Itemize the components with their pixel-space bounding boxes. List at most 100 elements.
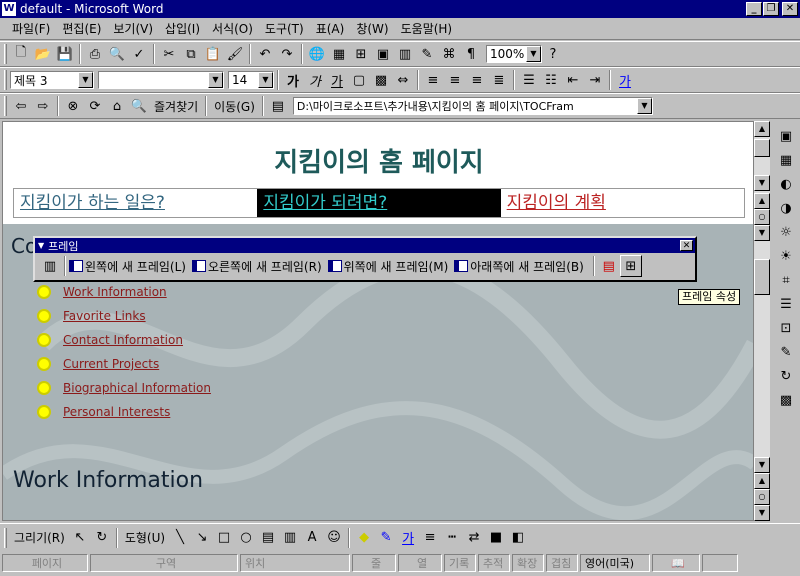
dash-style-icon[interactable]: ┅ bbox=[441, 527, 463, 549]
word-app-icon[interactable]: W bbox=[2, 2, 16, 16]
free-rotate-icon[interactable]: ↻ bbox=[91, 527, 113, 549]
format-picture-icon[interactable]: ⊡ bbox=[775, 317, 797, 339]
insert-picture-icon[interactable]: ▣ bbox=[372, 43, 394, 65]
oval-icon[interactable]: ○ bbox=[235, 527, 257, 549]
numbering-icon[interactable]: ☰ bbox=[518, 69, 540, 91]
font-color-icon[interactable]: 가 bbox=[397, 527, 419, 549]
line-weight-icon[interactable]: ≡ bbox=[419, 527, 441, 549]
crop-icon[interactable]: ⌗ bbox=[775, 269, 797, 291]
close-icon[interactable]: ✕ bbox=[680, 240, 693, 251]
more-brightness-icon[interactable]: ☼ bbox=[775, 221, 797, 243]
align-left-icon[interactable]: ≡ bbox=[422, 69, 444, 91]
menu-tools[interactable]: 도구(T) bbox=[259, 20, 310, 37]
shadow-icon[interactable]: ■ bbox=[485, 527, 507, 549]
align-right-icon[interactable]: ≡ bbox=[466, 69, 488, 91]
copy-icon[interactable]: ⧉ bbox=[180, 43, 202, 65]
style-combo[interactable]: 제목 3 ▼ bbox=[10, 71, 94, 89]
arrow-icon[interactable]: ↘ bbox=[191, 527, 213, 549]
insert-table-icon[interactable]: ⊞ bbox=[350, 43, 372, 65]
toolbar-grip[interactable] bbox=[4, 527, 7, 548]
status-language[interactable]: 영어(미국) bbox=[580, 554, 650, 572]
table-of-contents-frame-icon[interactable]: ▥ bbox=[39, 255, 61, 277]
undo-icon[interactable]: ↶ bbox=[254, 43, 276, 65]
menu-insert[interactable]: 삽입(I) bbox=[159, 20, 206, 37]
close-button[interactable]: ✕ bbox=[782, 2, 798, 16]
document-map-icon[interactable]: ⌘ bbox=[438, 43, 460, 65]
go-button[interactable]: 이동(G) bbox=[210, 98, 259, 115]
hyperlink-icon[interactable]: 🌐 bbox=[306, 43, 328, 65]
menu-file[interactable]: 파일(F) bbox=[6, 20, 56, 37]
zoom-combo[interactable]: 100% ▼ bbox=[486, 45, 542, 63]
rectangle-icon[interactable]: □ bbox=[213, 527, 235, 549]
bold-icon[interactable]: 가 bbox=[282, 69, 304, 91]
status-overtype[interactable]: 겹침 bbox=[546, 554, 578, 572]
save-icon[interactable]: 💾 bbox=[54, 43, 76, 65]
char-shading-icon[interactable]: ▩ bbox=[370, 69, 392, 91]
back-icon[interactable]: ⇦ bbox=[10, 95, 32, 117]
spelling-status-icon[interactable]: 📖 bbox=[652, 554, 700, 572]
draw-menu-button[interactable]: 그리기(R) bbox=[10, 529, 69, 546]
new-icon[interactable]: 🗋 bbox=[10, 43, 32, 65]
align-center-icon[interactable]: ≡ bbox=[444, 69, 466, 91]
menu-window[interactable]: 창(W) bbox=[350, 20, 394, 37]
address-combo[interactable]: D:\마이크로소프트\추가내용\지킴이의 홈 페이지\TOCFram ▼ bbox=[292, 97, 653, 115]
set-transparent-color-icon[interactable]: ✎ bbox=[775, 341, 797, 363]
text-box-icon[interactable]: ▤ bbox=[257, 527, 279, 549]
link-biographical-information[interactable]: Biographical Information bbox=[63, 381, 211, 395]
search-web-icon[interactable]: 🔍 bbox=[128, 95, 150, 117]
open-icon[interactable]: 📂 bbox=[32, 43, 54, 65]
more-contrast-icon[interactable]: ◐ bbox=[775, 173, 797, 195]
banner-frame[interactable]: 지킴이의 홈 페이지 지킴이가 하는 일은? 지킴이가 되려면? 지킴이의 계획 bbox=[3, 122, 753, 224]
wordart-icon[interactable]: A bbox=[301, 527, 323, 549]
menu-format[interactable]: 서식(O) bbox=[206, 20, 259, 37]
select-objects-icon[interactable]: ↖ bbox=[69, 527, 91, 549]
bullets-icon[interactable]: ☷ bbox=[540, 69, 562, 91]
line-icon[interactable]: ╲ bbox=[169, 527, 191, 549]
chevron-down-icon[interactable]: ▼ bbox=[78, 72, 93, 88]
justify-icon[interactable]: ≣ bbox=[488, 69, 510, 91]
browse-object-icon[interactable]: ○ bbox=[754, 489, 770, 505]
less-contrast-icon[interactable]: ◑ bbox=[775, 197, 797, 219]
line-color-icon[interactable]: ✎ bbox=[375, 527, 397, 549]
show-hide-icon[interactable]: ¶ bbox=[460, 43, 482, 65]
next-page-icon[interactable]: ▼ bbox=[754, 225, 770, 241]
toolbar-grip[interactable] bbox=[4, 70, 7, 90]
image-control-icon[interactable]: ▦ bbox=[775, 149, 797, 171]
link-favorite-links[interactable]: Favorite Links bbox=[63, 309, 146, 323]
restore-button[interactable]: ❐ bbox=[763, 2, 779, 16]
scroll-thumb[interactable] bbox=[754, 259, 770, 295]
new-frame-left-button[interactable]: 왼쪽에 새 프레임(L) bbox=[69, 258, 186, 275]
new-frame-right-button[interactable]: 오른쪽에 새 프레임(R) bbox=[191, 258, 322, 275]
scroll-down-arrow-icon[interactable]: ▼ bbox=[754, 457, 770, 473]
status-track[interactable]: 추적 bbox=[478, 554, 510, 572]
font-color-icon[interactable]: 가 bbox=[614, 69, 636, 91]
menu-help[interactable]: 도움말(H) bbox=[395, 20, 459, 37]
frames-toolbar-title-bar[interactable]: ▼ 프레임 ✕ bbox=[35, 238, 695, 253]
cut-icon[interactable]: ✂ bbox=[158, 43, 180, 65]
menu-view[interactable]: 보기(V) bbox=[107, 20, 159, 37]
spelling-icon[interactable]: ✓ bbox=[128, 43, 150, 65]
scroll-down-arrow-icon[interactable]: ▼ bbox=[754, 175, 770, 191]
delete-frame-icon[interactable]: ▤ bbox=[598, 255, 620, 277]
chevron-down-icon[interactable]: ▼ bbox=[38, 241, 44, 250]
char-scale-icon[interactable]: ⇔ bbox=[392, 69, 414, 91]
reset-picture-icon[interactable]: ↻ bbox=[775, 365, 797, 387]
chevron-down-icon[interactable]: ▼ bbox=[526, 46, 541, 62]
menu-table[interactable]: 표(A) bbox=[310, 20, 351, 37]
font-combo[interactable]: ▼ bbox=[98, 71, 224, 89]
status-extend[interactable]: 확장 bbox=[512, 554, 544, 572]
columns-icon[interactable]: ▥ bbox=[394, 43, 416, 65]
vertical-scrollbar[interactable]: ▲ ▼ ▲ ○ ▼ ▼ ▲ ○ ▼ bbox=[754, 121, 770, 521]
nav-link-what[interactable]: 지킴이가 하는 일은? bbox=[14, 189, 257, 217]
minimize-button[interactable]: _ bbox=[746, 2, 762, 16]
arrow-style-icon[interactable]: ⇄ bbox=[463, 527, 485, 549]
link-current-projects[interactable]: Current Projects bbox=[63, 357, 159, 371]
chevron-down-icon[interactable]: ▼ bbox=[258, 72, 273, 88]
decrease-indent-icon[interactable]: ⇤ bbox=[562, 69, 584, 91]
nav-link-become[interactable]: 지킴이가 되려면? bbox=[257, 189, 501, 217]
help-icon[interactable]: ? bbox=[542, 43, 564, 65]
new-frame-above-button[interactable]: 위쪽에 새 프레임(M) bbox=[327, 258, 448, 275]
show-web-toolbar-icon[interactable]: ▤ bbox=[267, 95, 289, 117]
chevron-down-icon[interactable]: ▼ bbox=[208, 72, 223, 88]
toolbar-grip[interactable] bbox=[4, 44, 7, 64]
